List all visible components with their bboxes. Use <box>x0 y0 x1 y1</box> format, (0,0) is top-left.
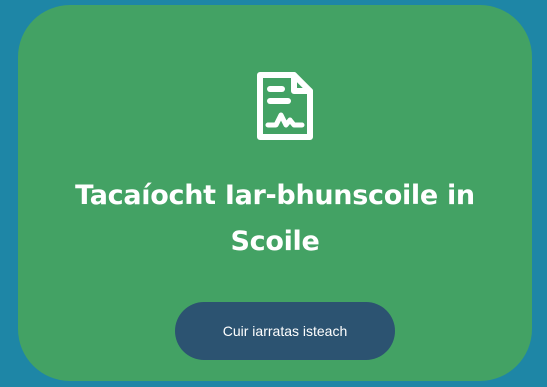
apply-button[interactable]: Cuir iarratas isteach <box>175 302 395 360</box>
document-chart-icon <box>254 69 316 143</box>
card-title-line-2: Scoile <box>230 226 320 257</box>
card-title: Tacaíocht Iar-bhunscoile in Scoile <box>18 173 532 265</box>
info-card: Tacaíocht Iar-bhunscoile in Scoile Cuir … <box>18 5 532 381</box>
card-title-line-1: Tacaíocht Iar-bhunscoile in <box>75 180 475 211</box>
